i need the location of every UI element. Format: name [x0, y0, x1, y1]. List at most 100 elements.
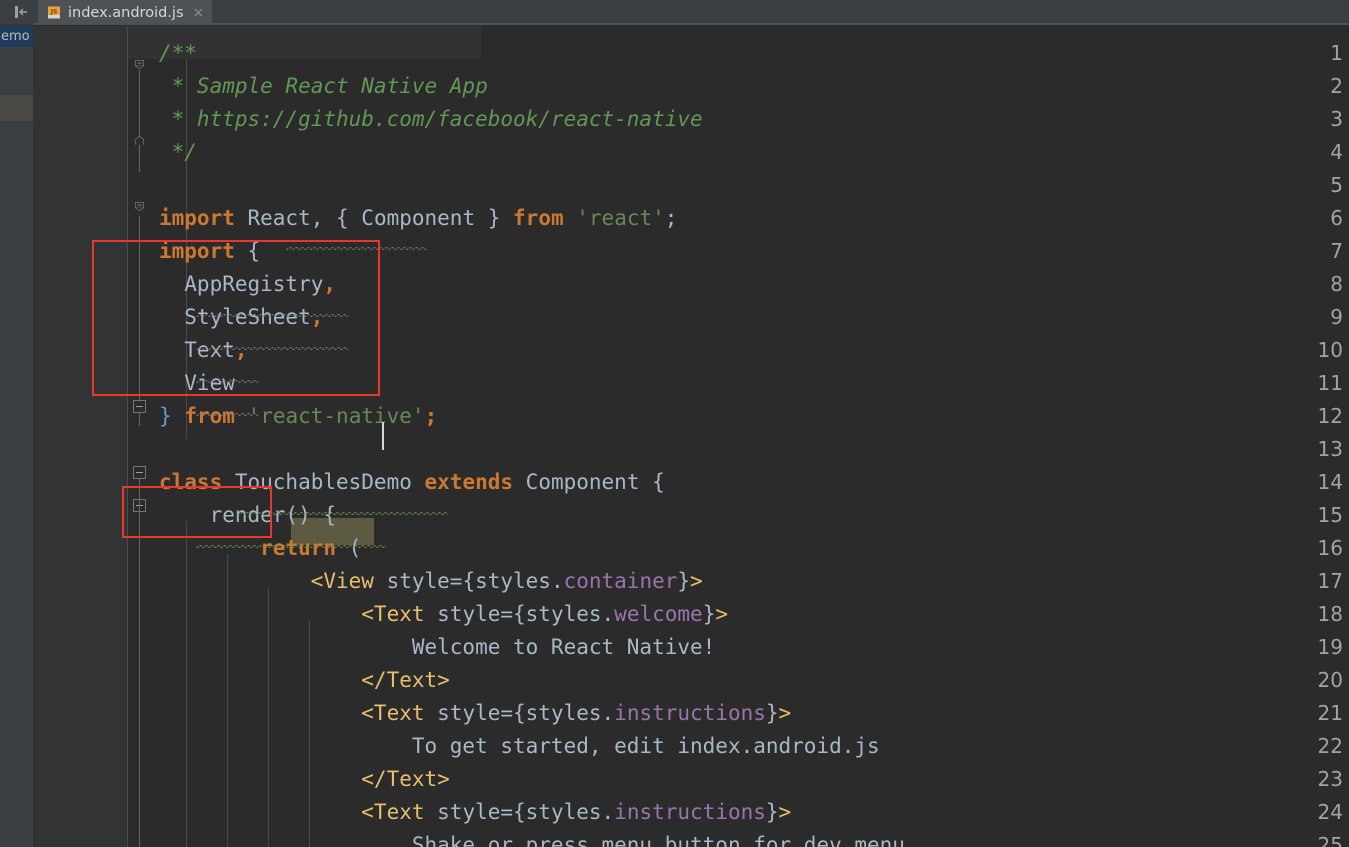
code-token: render() { — [159, 503, 337, 527]
code-token: extends — [424, 470, 514, 494]
code-editor[interactable]: 1 2 3 4 5 6 7 8 9 10 11 12 13 14 15 16 17 18 19 20 21 22 23 24 2… — [33, 26, 1349, 847]
code-line[interactable]: To get started, edit index.android.js — [128, 730, 1349, 763]
code-token: React, { — [234, 206, 362, 230]
project-tree-hovered-item[interactable] — [0, 95, 33, 121]
editor-tab-index-android-js[interactable]: JS index.android.js × — [38, 0, 213, 25]
code-token: AppRegistry — [159, 272, 324, 296]
code-token: import — [159, 206, 235, 230]
code-line[interactable] — [128, 433, 1349, 466]
code-token: TouchablesDemo — [222, 470, 425, 494]
code-token: instructions — [614, 800, 766, 824]
inspection-squiggle-view-unresolved — [196, 413, 258, 416]
code-token: } — [677, 569, 691, 593]
code-token: Shake or press menu button for dev menu — [159, 833, 905, 847]
code-token: style={styles. — [424, 800, 615, 824]
hide-panel-icon[interactable] — [12, 4, 29, 20]
code-line[interactable]: </Text> — [128, 664, 1349, 697]
project-tree-selected-item[interactable]: emo — [0, 26, 33, 47]
code-token: <Text — [159, 602, 425, 626]
code-text-area[interactable]: /** * Sample React Native App * https://… — [128, 26, 1349, 847]
svg-text:JS: JS — [50, 8, 58, 15]
code-token: */ — [159, 140, 197, 164]
code-line[interactable]: </Text> — [128, 763, 1349, 796]
code-line[interactable]: /** — [128, 37, 1349, 70]
code-token: To get started, edit index.android.js — [159, 734, 880, 758]
close-icon[interactable]: × — [193, 6, 205, 20]
code-line[interactable]: * Sample React Native App — [128, 70, 1349, 103]
code-token: , — [234, 338, 248, 362]
code-line[interactable]: <Text style={styles.instructions}> — [128, 697, 1349, 730]
code-line[interactable]: AppRegistry, — [128, 268, 1349, 301]
editor-tab-label: index.android.js — [68, 4, 184, 21]
code-token: } — [159, 404, 172, 428]
code-token: from — [184, 404, 235, 428]
inspection-squiggle-class-name-warning — [237, 512, 448, 515]
code-line[interactable]: StyleSheet, — [128, 301, 1349, 334]
code-line[interactable]: <View style={styles.container}> — [128, 565, 1349, 598]
inspection-squiggle-text-unresolved — [196, 380, 258, 383]
code-token: return — [260, 536, 337, 560]
code-line[interactable]: Welcome to React Native! — [128, 631, 1349, 664]
code-token: /** — [159, 41, 197, 65]
code-line[interactable]: return ( — [128, 532, 1349, 565]
code-token: > — [690, 569, 703, 593]
code-line[interactable]: View — [128, 367, 1349, 400]
code-token: style={styles. — [424, 701, 615, 725]
code-token: Component { — [513, 470, 665, 494]
inspection-squiggle-component-unresolved — [286, 247, 426, 250]
code-line[interactable]: */ — [128, 136, 1349, 169]
code-token: <Text — [159, 800, 425, 824]
inspection-squiggle-stylesheet-unresolved — [196, 347, 348, 350]
code-token: > — [715, 602, 728, 626]
code-token: style={styles. — [373, 569, 564, 593]
code-token: instructions — [614, 701, 766, 725]
project-tool-window-rail[interactable]: emo — [0, 0, 33, 847]
code-token: import — [159, 239, 235, 263]
code-token: ( — [336, 536, 362, 560]
code-token: View — [159, 371, 235, 395]
code-line[interactable]: Text, — [128, 334, 1349, 367]
code-token: <Text — [159, 701, 425, 725]
code-token: </Text> — [159, 767, 450, 791]
code-line[interactable]: class TouchablesDemo extends Component { — [128, 466, 1349, 499]
code-token: ; — [424, 404, 438, 428]
code-token: } — [475, 206, 514, 230]
inspection-squiggle-appregistry-unresolved — [196, 314, 348, 317]
code-token: Component — [361, 206, 476, 230]
javascript-file-icon: JS — [48, 6, 60, 19]
code-line[interactable]: <Text style={styles.instructions}> — [128, 796, 1349, 829]
code-token: } — [702, 602, 716, 626]
code-line[interactable] — [128, 169, 1349, 202]
code-token: } — [765, 701, 779, 725]
code-token: { — [234, 239, 261, 263]
idea-editor-window: emo JS index.android.js × 1 2 3 4 5 6 7 … — [0, 0, 1349, 847]
code-line[interactable]: import React, { Component } from 'react'… — [128, 202, 1349, 235]
code-line[interactable]: <Text style={styles.welcome}> — [128, 598, 1349, 631]
code-token: , — [310, 305, 324, 329]
code-token: class — [159, 470, 223, 494]
editor-tab-strip: JS index.android.js × — [33, 0, 1349, 25]
inspection-squiggle-render-warning — [196, 545, 386, 548]
code-token: > — [778, 701, 792, 725]
code-token: ; — [664, 206, 678, 230]
code-token: Welcome to React Native! — [159, 635, 716, 659]
code-line[interactable]: import { — [128, 235, 1349, 268]
code-line[interactable]: render() { — [128, 499, 1349, 532]
editor-gutter[interactable] — [33, 26, 128, 847]
code-token: * https://github.com/facebook/react-nati… — [159, 107, 703, 131]
text-caret — [382, 422, 384, 450]
code-token: 'react-native' — [247, 404, 425, 428]
code-token: welcome — [614, 602, 703, 626]
code-line[interactable]: * https://github.com/facebook/react-nati… — [128, 103, 1349, 136]
code-token: , — [323, 272, 337, 296]
code-token: 'react' — [576, 206, 665, 230]
code-token: * Sample React Native App — [159, 74, 488, 98]
code-token: } — [765, 800, 779, 824]
code-line[interactable]: } from 'react-native'; — [128, 400, 1349, 433]
code-token: container — [563, 569, 678, 593]
code-token: </Text> — [159, 668, 450, 692]
code-line[interactable]: Shake or press menu button for dev menu — [128, 829, 1349, 847]
